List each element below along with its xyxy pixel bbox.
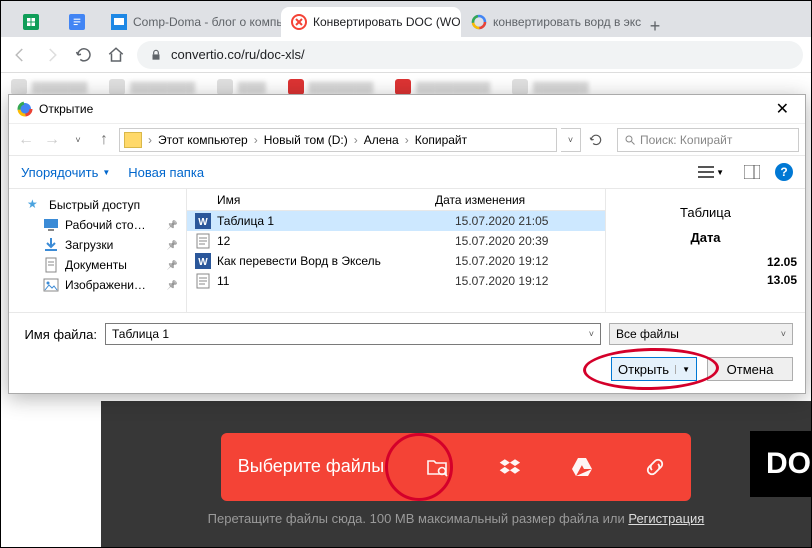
tab-compdoma[interactable]: Comp-Doma - блог о компьюте × <box>101 7 281 37</box>
app-icon <box>17 101 33 117</box>
convertio-drop-area: Выберите файлы Перетащите файлы сюда. 10… <box>101 401 811 547</box>
drop-hint: Перетащите файлы сюда. 100 MB максимальн… <box>208 511 705 526</box>
svg-text:W: W <box>198 217 208 228</box>
bookmark-item[interactable]: ▇▇▇▇▇▇▇ <box>109 79 195 95</box>
dropbox-icon[interactable] <box>474 455 547 479</box>
organize-menu[interactable]: Упорядочить ▼ <box>21 165 110 180</box>
breadcrumb-dropdown[interactable]: ˅ <box>561 128 581 152</box>
url-icon[interactable] <box>619 455 692 479</box>
dialog-title: Открытие <box>39 102 93 116</box>
tab-title: Конвертировать DOC (WORD) в <box>313 15 461 29</box>
refresh-button[interactable] <box>585 129 607 151</box>
dialog-footer: Имя файла: Таблица 1˅ Все файлы˅ Открыть… <box>9 312 805 393</box>
reload-button[interactable] <box>73 44 95 66</box>
do-badge: DO <box>750 431 811 497</box>
folder-icon <box>124 132 142 148</box>
column-headers[interactable]: Имя Дата изменения <box>187 189 605 211</box>
sidebar-documents[interactable]: Документы <box>9 255 186 275</box>
view-mode-button[interactable]: ▼ <box>693 162 729 182</box>
address-bar: convertio.co/ru/doc-xls/ <box>1 37 811 73</box>
breadcrumb[interactable]: ›Этот компьютер ›Новый том (D:) ›Алена ›… <box>119 128 557 152</box>
tab-title: конвертировать ворд в эксель <box>493 15 641 29</box>
url-text: convertio.co/ru/doc-xls/ <box>171 47 305 62</box>
open-button[interactable]: Открыть▼ <box>611 357 697 381</box>
forward-button[interactable] <box>41 44 63 66</box>
file-open-dialog: Открытие ✕ ← → ˅ ↑ ›Этот компьютер ›Новы… <box>8 94 806 394</box>
cancel-button[interactable]: Отмена <box>707 357 793 381</box>
sidebar-desktop[interactable]: Рабочий сто… <box>9 215 186 235</box>
nav-recent[interactable]: ˅ <box>67 129 89 151</box>
select-files-button[interactable]: Выберите файлы <box>221 433 691 501</box>
nav-up[interactable]: ↑ <box>93 129 115 151</box>
file-row[interactable]: 1115.07.2020 19:12 <box>187 271 605 291</box>
file-row[interactable]: 1215.07.2020 20:39 <box>187 231 605 251</box>
file-row[interactable]: WТаблица 115.07.2020 21:05 <box>187 211 605 231</box>
browser-tab-strip: Comp-Doma - блог о компьюте × Конвертиро… <box>1 1 811 37</box>
sidebar: ★Быстрый доступ Рабочий сто… Загрузки До… <box>9 189 187 312</box>
preview-pane: Таблица Дата 12.05 13.05 <box>605 189 805 312</box>
register-link[interactable]: Регистрация <box>628 511 704 526</box>
dialog-titlebar: Открытие ✕ <box>9 95 805 123</box>
bookmark-item[interactable]: ▇▇▇▇▇▇ <box>512 79 588 95</box>
svg-text:W: W <box>198 257 208 268</box>
browse-icon[interactable] <box>401 455 474 479</box>
tab-docs[interactable] <box>55 7 99 37</box>
nav-back[interactable]: ← <box>15 129 37 151</box>
search-input[interactable]: Поиск: Копирайт <box>617 128 799 152</box>
bookmark-item[interactable]: ▇▇▇ <box>217 79 266 95</box>
url-input[interactable]: convertio.co/ru/doc-xls/ <box>137 41 803 69</box>
new-folder-button[interactable]: Новая папка <box>128 165 204 180</box>
file-row[interactable]: WКак перевести Ворд в Эксель15.07.2020 1… <box>187 251 605 271</box>
select-files-label: Выберите файлы <box>221 456 401 477</box>
sidebar-pictures[interactable]: Изображени… <box>9 275 186 295</box>
sidebar-downloads[interactable]: Загрузки <box>9 235 186 255</box>
bookmark-item[interactable]: ▇▇▇▇▇▇ <box>11 79 87 95</box>
back-button[interactable] <box>9 44 31 66</box>
lock-icon <box>149 48 163 62</box>
file-type-filter[interactable]: Все файлы˅ <box>609 323 793 345</box>
help-button[interactable]: ? <box>775 163 793 181</box>
filename-input[interactable]: Таблица 1˅ <box>105 323 601 345</box>
home-button[interactable] <box>105 44 127 66</box>
filename-label: Имя файла: <box>21 327 97 342</box>
file-list: Имя Дата изменения WТаблица 115.07.2020 … <box>187 189 605 312</box>
new-tab-button[interactable]: + <box>641 16 669 37</box>
gdrive-icon[interactable] <box>546 455 619 479</box>
dialog-nav: ← → ˅ ↑ ›Этот компьютер ›Новый том (D:) … <box>9 123 805 155</box>
sidebar-quick-access[interactable]: ★Быстрый доступ <box>9 195 186 215</box>
dialog-toolbar: Упорядочить ▼ Новая папка ▼ ? <box>9 155 805 189</box>
preview-pane-button[interactable] <box>739 162 765 182</box>
dialog-close-button[interactable]: ✕ <box>768 99 797 119</box>
tab-sheets[interactable] <box>9 7 53 37</box>
search-icon <box>624 134 636 146</box>
tab-google[interactable]: конвертировать ворд в эксель × <box>461 7 641 37</box>
tab-convertio[interactable]: Конвертировать DOC (WORD) в × <box>281 7 461 37</box>
nav-forward[interactable]: → <box>41 129 63 151</box>
bookmark-item[interactable]: ▇▇▇▇▇▇▇ <box>288 79 374 95</box>
bookmark-item[interactable]: ▇▇▇▇▇▇▇▇ <box>395 79 490 95</box>
tab-title: Comp-Doma - блог о компьюте <box>133 15 281 29</box>
